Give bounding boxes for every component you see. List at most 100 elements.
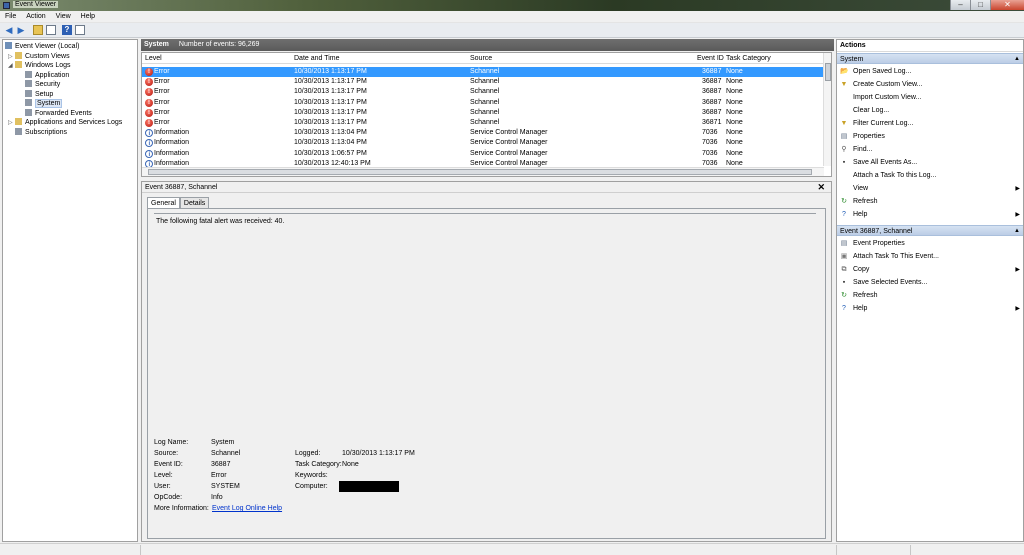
information-icon xyxy=(145,149,153,160)
tab-general[interactable]: General xyxy=(147,197,180,208)
column-source[interactable]: Source xyxy=(470,55,492,62)
table-row[interactable]: Error 10/30/2013 1:13:17 PM Schannel 36887 N… xyxy=(142,108,824,118)
expand-arrow-icon[interactable]: ▷ xyxy=(8,119,13,126)
tree-item-application[interactable]: Application xyxy=(25,71,69,80)
log-icon xyxy=(25,71,32,78)
cell-event-id: 7036 xyxy=(702,129,718,137)
action-item[interactable]: ▣ Attach Task To This Event... xyxy=(837,251,1023,263)
action-item[interactable]: ▼ Filter Current Log... xyxy=(837,118,1023,130)
action-item[interactable]: ↻ Refresh xyxy=(837,290,1023,302)
table-row[interactable]: Information 10/30/2013 1:13:04 PM Service … xyxy=(142,138,824,149)
minimize-button[interactable]: – xyxy=(950,0,970,10)
action-item[interactable]: 📂 Open Saved Log... xyxy=(837,66,1023,78)
actions-section-system[interactable]: System ▲ xyxy=(837,53,1023,64)
tree-item-app-services-logs[interactable]: Applications and Services Logs xyxy=(15,118,122,127)
action-item[interactable]: View ▶ xyxy=(837,183,1023,195)
tree-item-system[interactable]: System xyxy=(25,99,63,108)
column-task-category[interactable]: Task Category xyxy=(726,55,771,62)
close-button[interactable]: ✕ xyxy=(990,0,1024,10)
action-item[interactable]: ⚲ Find... xyxy=(837,144,1023,156)
log-header: System Number of events: 96,269 xyxy=(141,39,834,51)
action-item[interactable]: ▪ Save All Events As... xyxy=(837,157,1023,169)
table-row[interactable]: Information 10/30/2013 1:13:04 PM Service … xyxy=(142,128,824,139)
collapse-icon[interactable]: ▲ xyxy=(1014,226,1020,237)
folder-up-icon[interactable] xyxy=(33,25,43,35)
action-label: Event Properties xyxy=(853,240,905,247)
menu-file[interactable]: File xyxy=(2,11,19,23)
table-row[interactable]: Error 10/30/2013 1:13:17 PM Schannel 36871 N… xyxy=(142,118,824,128)
action-item[interactable]: ▤ Event Properties xyxy=(837,238,1023,250)
tree-item-security[interactable]: Security xyxy=(25,80,60,89)
label-more-info: More Information: xyxy=(154,505,209,512)
scroll-thumb[interactable] xyxy=(148,169,812,175)
cell-task: None xyxy=(726,108,743,116)
vertical-scrollbar[interactable] xyxy=(823,53,831,166)
action-item[interactable]: ▤ Properties xyxy=(837,131,1023,143)
information-icon xyxy=(145,129,153,139)
value-level: Error xyxy=(211,472,227,479)
tree-item-custom-views[interactable]: Custom Views xyxy=(15,52,70,61)
folder-icon xyxy=(15,118,22,125)
menu-view[interactable]: View xyxy=(53,11,74,23)
action-item[interactable]: Attach a Task To this Log... xyxy=(837,170,1023,182)
tree-item-setup[interactable]: Setup xyxy=(25,90,53,99)
table-row[interactable]: Error 10/30/2013 1:13:17 PM Schannel 36887 N… xyxy=(142,98,824,108)
tree-root[interactable]: Event Viewer (Local) xyxy=(5,42,79,51)
column-event-id[interactable]: Event ID xyxy=(697,55,724,62)
tree-item-label: Security xyxy=(35,81,61,88)
table-row[interactable]: Error 10/30/2013 1:13:17 PM Schannel 36887 N… xyxy=(142,77,824,87)
action-item[interactable]: Clear Log... xyxy=(837,105,1023,117)
cell-event-id: 36887 xyxy=(702,78,722,86)
tree-item-forwarded-events[interactable]: Forwarded Events xyxy=(25,109,92,118)
cell-date: 10/30/2013 1:13:17 PM xyxy=(294,98,367,106)
tree-root-label: Event Viewer (Local) xyxy=(15,43,80,50)
show-hide-tree-icon[interactable] xyxy=(46,25,56,35)
action-item[interactable]: ↻ Refresh xyxy=(837,196,1023,208)
redacted-computer-name xyxy=(339,481,399,492)
column-level[interactable]: Level xyxy=(145,55,162,62)
collapse-icon[interactable]: ▲ xyxy=(1014,54,1020,65)
scroll-thumb[interactable] xyxy=(825,63,831,81)
cell-task: None xyxy=(726,129,743,137)
table-row[interactable]: Error 10/30/2013 1:13:17 PM Schannel 36887 N… xyxy=(142,87,824,97)
close-detail-icon[interactable]: ✕ xyxy=(817,182,825,193)
center-pane: System Number of events: 96,269 Level Dat… xyxy=(141,39,834,542)
tab-details[interactable]: Details xyxy=(179,197,210,208)
show-hide-actions-icon[interactable] xyxy=(75,25,85,35)
expand-arrow-icon[interactable]: ▷ xyxy=(8,53,13,60)
status-divider xyxy=(140,545,141,555)
table-row[interactable]: Error 10/30/2013 1:13:17 PM Schannel 36887 N… xyxy=(142,67,824,78)
menu-help[interactable]: Help xyxy=(78,11,98,23)
action-item[interactable]: ? Help ▶ xyxy=(837,303,1023,315)
action-item[interactable]: Import Custom View... xyxy=(837,92,1023,104)
tree-item-subscriptions[interactable]: Subscriptions xyxy=(15,128,67,137)
tree-item-label: Application xyxy=(35,72,70,79)
cell-date: 10/30/2013 1:13:04 PM xyxy=(294,139,367,147)
column-date-time[interactable]: Date and Time xyxy=(294,55,340,62)
actions-section-event[interactable]: Event 36887, Schannel ▲ xyxy=(837,225,1023,236)
help-icon[interactable]: ? xyxy=(62,25,72,35)
menu-action[interactable]: Action xyxy=(23,11,48,23)
forward-icon[interactable]: ▶ xyxy=(16,25,26,35)
table-row[interactable]: Information 10/30/2013 1:06:57 PM Service … xyxy=(142,149,824,160)
label-logged: Logged: xyxy=(295,450,321,457)
horizontal-scrollbar[interactable] xyxy=(142,167,824,176)
action-item[interactable]: ▪ Save Selected Events... xyxy=(837,277,1023,289)
tree-item-windows-logs[interactable]: Windows Logs xyxy=(15,61,71,70)
detail-tabs: General Details xyxy=(147,197,210,208)
cell-event-id: 36871 xyxy=(702,118,722,126)
collapse-arrow-icon[interactable]: ◢ xyxy=(8,62,13,69)
error-icon xyxy=(145,108,153,118)
online-help-link[interactable]: Event Log Online Help xyxy=(212,505,282,512)
error-icon xyxy=(145,67,153,77)
action-item[interactable]: ⧉ Copy ▶ xyxy=(837,264,1023,276)
cell-level: Error xyxy=(154,88,170,96)
computer-icon xyxy=(5,42,12,49)
filter-icon: ▼ xyxy=(840,120,848,127)
back-icon[interactable]: ◀ xyxy=(4,25,14,35)
subscription-icon xyxy=(15,128,22,135)
refresh-icon: ↻ xyxy=(841,198,847,205)
maximize-button[interactable]: □ xyxy=(970,0,990,10)
action-item[interactable]: ? Help ▶ xyxy=(837,209,1023,221)
action-item[interactable]: ▼ Create Custom View... xyxy=(837,79,1023,91)
